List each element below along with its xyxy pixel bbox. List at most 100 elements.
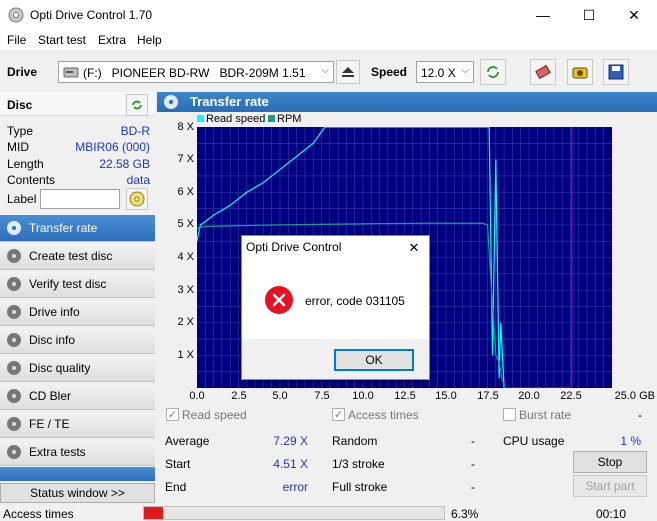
nav-label: Disc info xyxy=(29,333,76,347)
speed-select[interactable]: 12.0 X ⌵ xyxy=(416,61,474,83)
disc-icon xyxy=(7,249,21,263)
burst-rate-checkbox[interactable] xyxy=(503,408,516,421)
end-label: End xyxy=(165,480,187,494)
nav-disc-quality[interactable]: Disc quality xyxy=(0,355,155,382)
disc-icon xyxy=(7,389,21,403)
disc-icon xyxy=(7,221,21,235)
screenshot-button[interactable] xyxy=(567,59,593,85)
legend-swatch-read-speed xyxy=(197,115,204,122)
progress-bar xyxy=(143,506,445,520)
eject-icon xyxy=(342,67,354,77)
dialog-close-button[interactable]: ✕ xyxy=(402,238,426,258)
third-stroke-value: - xyxy=(471,457,475,471)
maximize-button[interactable]: ☐ xyxy=(566,0,612,30)
nav-label: Create test disc xyxy=(29,249,113,263)
erase-disc-button[interactable] xyxy=(530,59,556,85)
status-window-button[interactable]: Status window >> xyxy=(0,483,155,503)
x-tick: 7.5 xyxy=(314,390,330,402)
x-tick: 12.5 xyxy=(394,390,416,402)
close-button[interactable]: ✕ xyxy=(611,0,657,30)
progress-percent: 6.3% xyxy=(451,507,479,521)
disc-icon xyxy=(7,417,21,431)
stop-button[interactable]: Stop xyxy=(573,451,647,473)
average-label: Average xyxy=(165,434,210,448)
disc-icon xyxy=(164,95,178,109)
save-icon xyxy=(608,64,624,80)
drive-icon xyxy=(63,67,79,78)
random-label: Random xyxy=(332,434,378,448)
app-icon xyxy=(8,7,24,23)
x-tick: 17.5 xyxy=(477,390,499,402)
nav-disc-info[interactable]: Disc info xyxy=(0,327,155,354)
nav-cd-bler[interactable]: CD Bler xyxy=(0,383,155,410)
x-tick: 15.0 xyxy=(435,390,457,402)
refresh-disc-button[interactable] xyxy=(126,94,148,116)
refresh-speed-button[interactable] xyxy=(480,59,506,85)
menu-extra[interactable]: Extra xyxy=(98,33,126,47)
read-speed-checkbox[interactable]: ✓ xyxy=(166,408,179,421)
nav-drive-info[interactable]: Drive info xyxy=(0,299,155,326)
disc-contents-label: Contents xyxy=(7,173,56,187)
start-part-button[interactable]: Start part xyxy=(573,475,647,497)
x-tick: 2.5 xyxy=(231,390,247,402)
end-value: error xyxy=(282,480,308,494)
progress-fill xyxy=(144,507,163,519)
elapsed-time: 00:10 xyxy=(596,507,627,521)
y-tick: 8 X xyxy=(177,121,194,133)
refresh-icon xyxy=(132,100,142,110)
x-tick: 10.0 xyxy=(352,390,374,402)
y-tick: 6 X xyxy=(177,186,194,198)
burst-rate-value: - xyxy=(638,408,642,422)
nav-fe-te[interactable]: FE / TE xyxy=(0,411,155,438)
nav-create-test-disc[interactable]: Create test disc xyxy=(0,243,155,270)
x-tick: 22.5 xyxy=(560,390,582,402)
error-dialog: Opti Drive Control ✕ error, code 031105 … xyxy=(241,235,430,380)
nav-label: Drive info xyxy=(29,305,80,319)
disc-contents-value: data xyxy=(126,173,150,187)
drive-label: Drive xyxy=(7,65,38,79)
eject-button[interactable] xyxy=(336,60,360,84)
x-tick: 25.0 GB xyxy=(614,390,655,402)
disc-type-value: BD-R xyxy=(120,124,150,138)
dialog-title: Opti Drive Control xyxy=(246,240,342,254)
speed-select-value: 12.0 X xyxy=(421,66,456,80)
ok-button[interactable]: OK xyxy=(334,349,414,371)
nav-extra-tests[interactable]: Extra tests xyxy=(0,439,155,466)
nav-label: Disc quality xyxy=(29,361,91,375)
camera-icon xyxy=(572,67,588,79)
y-tick: 7 X xyxy=(177,153,194,165)
nav-transfer-rate[interactable]: Transfer rate xyxy=(0,215,155,242)
drive-select-value: (F:) PIONEER BD-RW BDR-209M 1.51 xyxy=(83,66,306,80)
x-tick: 5.0 xyxy=(272,390,288,402)
read-speed-label: Read speed xyxy=(182,408,247,422)
y-tick: 5 X xyxy=(177,218,194,230)
speed-label: Speed xyxy=(371,65,408,79)
cpu-usage-label: CPU usage xyxy=(503,434,565,448)
start-value: 4.51 X xyxy=(273,457,308,471)
disc-label-input[interactable] xyxy=(40,189,120,209)
access-times-checkbox[interactable]: ✓ xyxy=(332,408,345,421)
disc-label-apply-button[interactable] xyxy=(126,188,148,210)
nav-filler xyxy=(0,467,155,481)
minimize-button[interactable]: — xyxy=(520,0,566,30)
save-button[interactable] xyxy=(603,59,629,85)
legend-read-speed: Read speed xyxy=(206,113,266,125)
disc-icon xyxy=(7,361,21,375)
legend-rpm: RPM xyxy=(277,113,302,125)
legend-swatch-rpm xyxy=(268,115,275,122)
nav-label: Verify test disc xyxy=(29,277,107,291)
disc-icon xyxy=(7,277,21,291)
disc-mid-label: MID xyxy=(7,140,29,154)
menu-file[interactable]: File xyxy=(7,33,26,47)
menu-start-test[interactable]: Start test xyxy=(38,33,86,47)
y-tick: 1 X xyxy=(177,349,194,361)
nav-verify-test-disc[interactable]: Verify test disc xyxy=(0,271,155,298)
window-title: Opti Drive Control 1.70 xyxy=(30,8,153,22)
menu-help[interactable]: Help xyxy=(137,33,162,47)
start-label: Start xyxy=(165,457,191,471)
disc-icon xyxy=(7,445,21,459)
burst-rate-label: Burst rate xyxy=(519,408,572,422)
chevron-down-icon: ⌵ xyxy=(321,65,329,76)
drive-select[interactable]: (F:) PIONEER BD-RW BDR-209M 1.51 ⌵ xyxy=(58,61,334,83)
nav-label: CD Bler xyxy=(29,389,72,403)
